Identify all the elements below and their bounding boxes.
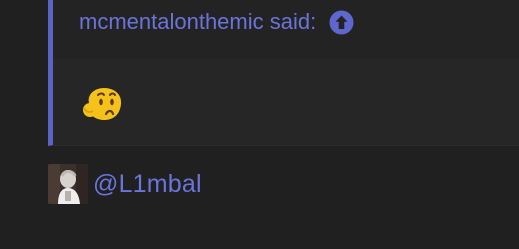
thinking-face-emoji: [83, 88, 122, 120]
quote-body: [53, 58, 519, 145]
said-text: said:: [269, 9, 317, 34]
user-mention-link[interactable]: @L1mbal: [93, 170, 202, 199]
quote-author-name[interactable]: mcmentalonthemic: [79, 9, 264, 35]
mention-line: @L1mbal: [48, 164, 202, 204]
quote-header: mcmentalonthemic said:: [53, 0, 519, 58]
quote-said-label: said:: [264, 9, 317, 35]
quote-attribution: mcmentalonthemic said:: [79, 9, 354, 35]
forum-post-content: mcmentalonthemic said: @L1mbal: [0, 0, 519, 249]
arrow-up-circle-icon[interactable]: [329, 10, 354, 35]
user-avatar[interactable]: [48, 164, 88, 204]
quote-block: mcmentalonthemic said:: [48, 0, 519, 146]
